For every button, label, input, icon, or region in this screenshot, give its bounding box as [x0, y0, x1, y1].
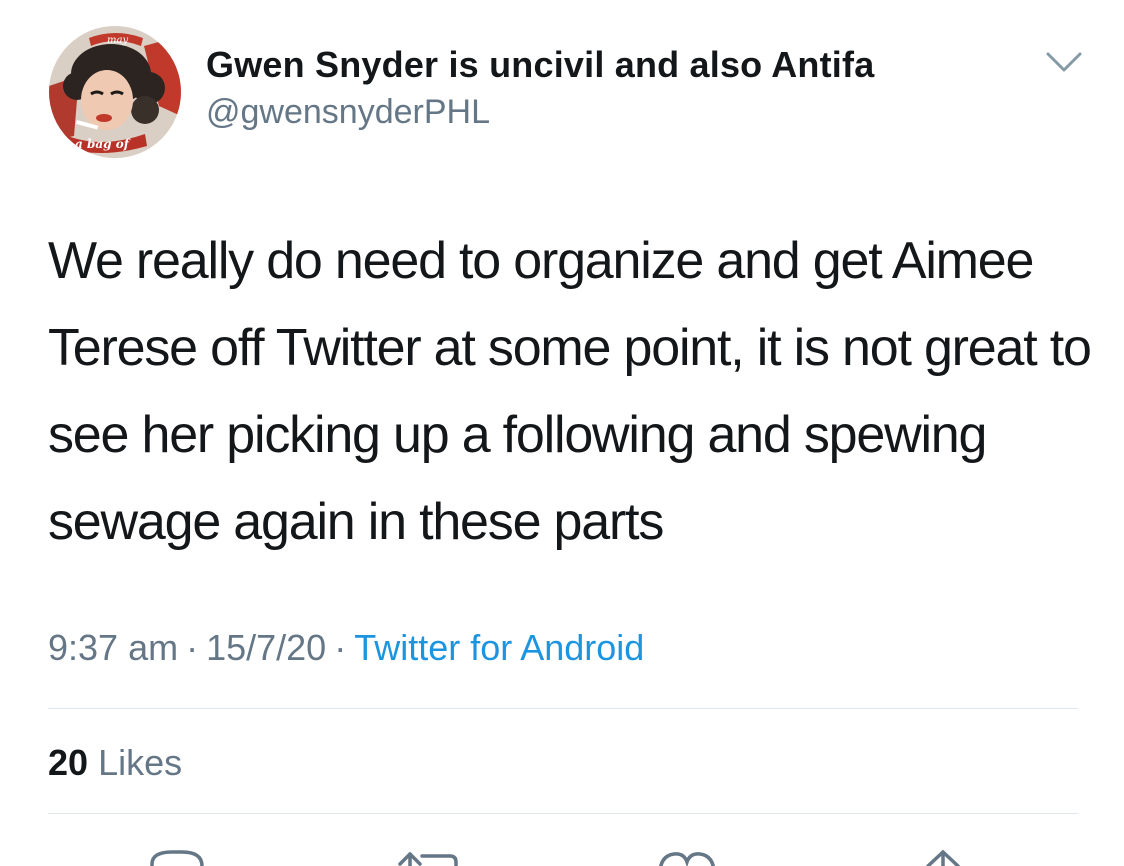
share-icon[interactable] — [908, 840, 978, 866]
meta-separator: · — [334, 627, 347, 668]
likes-label: Likes — [98, 742, 183, 783]
meta-separator: · — [186, 627, 199, 668]
display-name[interactable]: Gwen Snyder is uncivil and also Antifa — [206, 44, 874, 86]
chevron-down-icon[interactable] — [1044, 48, 1084, 78]
heart-icon[interactable] — [652, 840, 722, 866]
avatar-image: may a bag of — [49, 26, 181, 158]
svg-text:may: may — [107, 35, 128, 46]
likes-count: 20 — [48, 742, 89, 783]
avatar[interactable]: may a bag of — [49, 26, 181, 158]
divider — [48, 708, 1078, 709]
divider — [48, 813, 1078, 814]
tweet-action-bar — [0, 840, 1124, 866]
retweet-icon[interactable] — [392, 840, 462, 866]
reply-icon[interactable] — [142, 840, 212, 866]
svg-text:a bag of: a bag of — [75, 137, 131, 151]
tweet-text: We really do need to organize and get Ai… — [48, 232, 1092, 551]
tweet-time[interactable]: 9:37 am — [48, 627, 178, 668]
tweet-source-link[interactable]: Twitter for Android — [354, 627, 644, 668]
user-handle[interactable]: @gwensnyderPHL — [206, 93, 490, 132]
likes-stat[interactable]: 20 Likes — [48, 742, 182, 784]
tweet-metadata: 9:37 am · 15/7/20 · Twitter for Android — [48, 627, 644, 669]
tweet-detail: may a bag of Gwen Snyder is uncivil and … — [0, 0, 1124, 866]
tweet-date[interactable]: 15/7/20 — [206, 627, 326, 668]
